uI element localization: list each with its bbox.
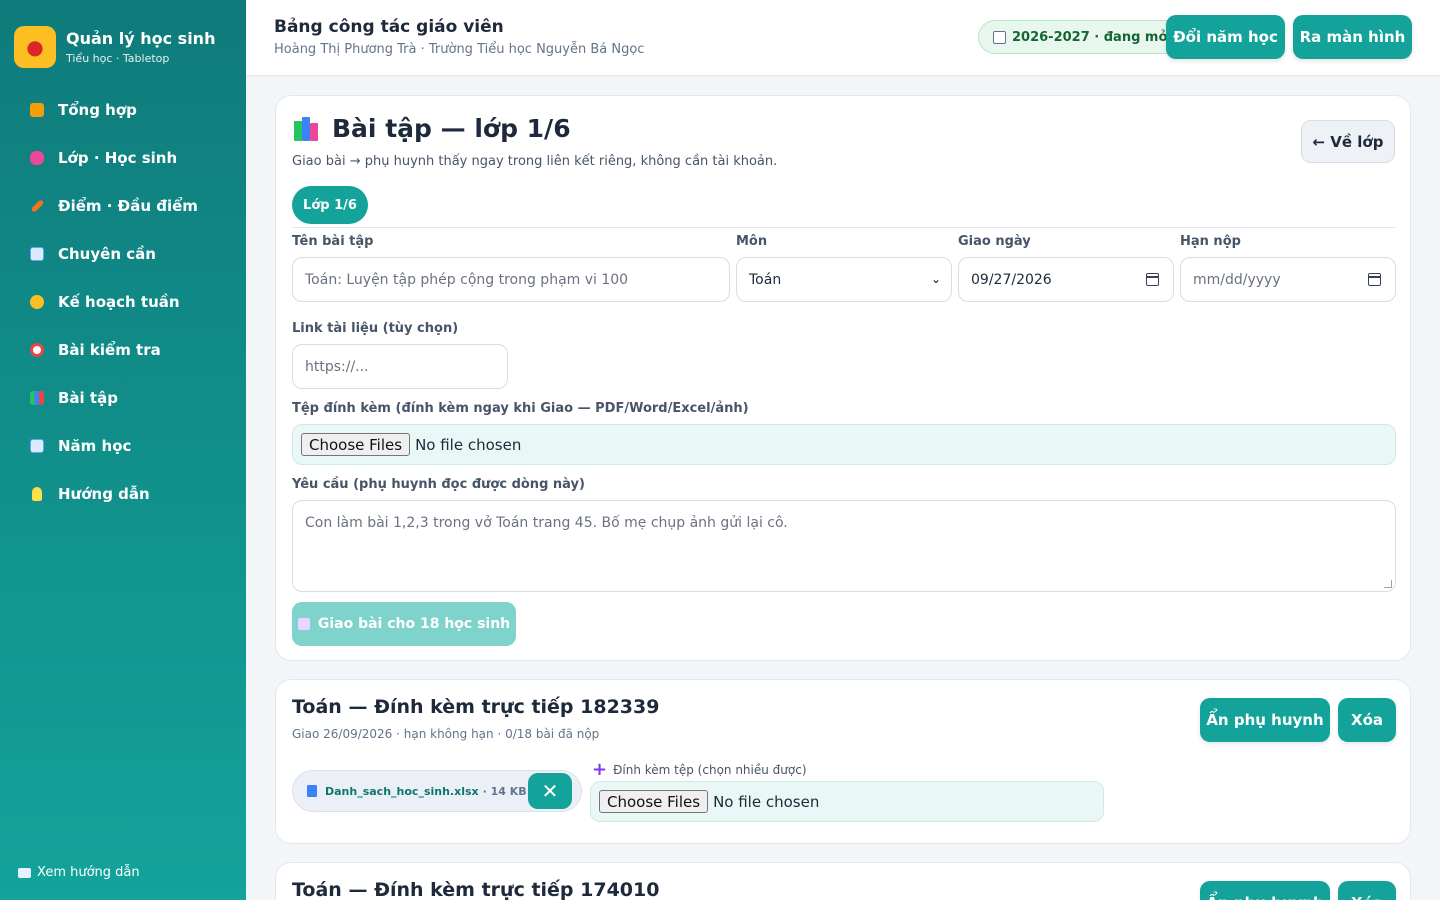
class-chip[interactable]: Lớp 1/6 (292, 186, 368, 224)
calendar-icon (993, 30, 1006, 44)
compass-icon (28, 293, 46, 311)
backpack-icon (28, 149, 46, 167)
remove-file-button[interactable]: ✕ (528, 773, 572, 809)
assign-homework-card: Bài tập — lớp 1/6 Giao bài → phụ huynh t… (275, 95, 1411, 661)
exit-screen-button[interactable]: Ra màn hình (1293, 15, 1412, 59)
homework-name-input[interactable]: Toán: Luyện tập phép cộng trong phạm vi … (292, 257, 730, 302)
calendar-icon[interactable] (1368, 273, 1381, 286)
homework-title: Toán — Đính kèm trực tiếp 182339 (292, 696, 660, 718)
target-icon (28, 341, 46, 359)
attach-more-label: + Đính kèm tệp (chọn nhiều được) (592, 759, 807, 780)
no-file-text: No file chosen (713, 792, 820, 811)
attachment-file-input[interactable]: Choose Files No file chosen (590, 781, 1104, 822)
assign-description: Giao bài → phụ huynh thấy ngay trong liê… (292, 154, 778, 169)
file-name: Danh_sach_hoc_sinh.xlsx (325, 784, 479, 798)
link-label: Link tài liệu (tùy chọn) (292, 321, 459, 336)
sidebar-item-label: Năm học (58, 437, 132, 455)
sidebar-item-huong-dan[interactable]: Hướng dẫn (0, 470, 246, 518)
calendar-icon (28, 245, 46, 263)
resize-handle-icon[interactable] (1384, 580, 1392, 588)
file-size: · 14 KB (482, 784, 527, 798)
sidebar-item-lop-hoc-sinh[interactable]: Lớp · Học sinh (0, 134, 246, 182)
top-header: Bảng công tác giáo viên Hoàng Thị Phương… (246, 0, 1440, 76)
school-year-label: 2026-2027 · đang mở (1012, 29, 1168, 45)
books-icon (28, 389, 46, 407)
lightbulb-icon (28, 485, 46, 503)
page-title: Bảng công tác giáo viên (274, 17, 504, 37)
book-icon (18, 867, 31, 878)
sidebar-item-label: Bài kiểm tra (58, 341, 161, 359)
sidebar-item-label: Lớp · Học sinh (58, 149, 178, 167)
house-icon (28, 101, 46, 119)
hide-from-parents-button[interactable]: Ẩn phụ huynh (1200, 698, 1330, 742)
sidebar-item-ke-hoach-tuan[interactable]: Kế hoạch tuần (0, 278, 246, 326)
assign-title: Bài tập — lớp 1/6 (294, 114, 571, 143)
sidebar-item-chuyen-can[interactable]: Chuyên cần (0, 230, 246, 278)
assign-title-text: Bài tập — lớp 1/6 (332, 114, 571, 143)
homework-item: Toán — Đính kèm trực tiếp 182339 Giao 26… (275, 679, 1411, 844)
sidebar-item-label: Tổng hợp (58, 101, 137, 119)
delete-button[interactable]: Xóa (1338, 698, 1396, 742)
sidebar-item-nam-hoc[interactable]: Năm học (0, 422, 246, 470)
sidebar: ● Quản lý học sinh Tiểu học · Tabletop T… (0, 0, 246, 900)
sidebar-item-label: Điểm · Đầu điểm (58, 197, 198, 215)
due-date-input[interactable]: mm/dd/yyyy (1180, 257, 1396, 302)
sidebar-item-bai-kiem-tra[interactable]: Bài kiểm tra (0, 326, 246, 374)
app-subtitle: Tiểu học · Tabletop (66, 52, 170, 65)
attach-more-text: Đính kèm tệp (chọn nhiều được) (613, 763, 807, 777)
assign-submit-label: Giao bài cho 18 học sinh (317, 616, 511, 632)
pin-logo-icon: ● (14, 26, 56, 68)
guide-link-label: Xem hướng dẫn (37, 865, 140, 880)
calendar-icon (28, 437, 46, 455)
gift-icon (297, 618, 310, 630)
sidebar-item-label: Bài tập (58, 389, 118, 407)
change-year-button[interactable]: Đổi năm học (1166, 15, 1285, 59)
school-year-badge: 2026-2027 · đang mở (978, 20, 1183, 54)
chevron-down-icon: ⌄ (930, 272, 941, 286)
back-to-class-button[interactable]: ← Về lớp (1301, 120, 1395, 163)
request-label: Yêu cầu (phụ huynh đọc được dòng này) (292, 477, 585, 492)
request-textarea[interactable]: Con làm bài 1,2,3 trong vở Toán trang 45… (292, 500, 1396, 592)
sidebar-item-label: Hướng dẫn (58, 485, 150, 503)
guide-link[interactable]: Xem hướng dẫn (18, 865, 140, 880)
assigned-date-label: Giao ngày (958, 234, 1031, 249)
subject-select[interactable]: Toán ⌄ (736, 257, 952, 302)
teacher-info: Hoàng Thị Phương Trà · Trường Tiểu học N… (274, 42, 645, 57)
brand: ● Quản lý học sinh Tiểu học · Tabletop (0, 0, 246, 72)
homework-meta: Giao 26/09/2026 · hạn không hạn · 0/18 b… (292, 727, 600, 741)
sidebar-item-label: Kế hoạch tuần (58, 293, 180, 311)
delete-button[interactable]: Xóa (1338, 881, 1396, 900)
choose-files-button[interactable]: Choose Files (599, 790, 709, 813)
sidebar-item-tong-hop[interactable]: Tổng hợp (0, 86, 246, 134)
homework-name-label: Tên bài tập (292, 234, 374, 249)
attachment-file-input[interactable]: Choose Files No file chosen (292, 424, 1396, 465)
no-file-text: No file chosen (415, 435, 522, 454)
attachment-label: Tệp đính kèm (đính kèm ngay khi Giao — P… (292, 401, 749, 416)
books-icon (294, 116, 320, 141)
subject-value: Toán (749, 271, 782, 288)
choose-files-button[interactable]: Choose Files (301, 433, 411, 456)
divider (292, 227, 1396, 228)
link-input[interactable]: https://... (292, 344, 508, 389)
plus-icon: + (592, 759, 608, 780)
assigned-date-input[interactable]: 09/27/2026 (958, 257, 1174, 302)
assign-submit-button[interactable]: Giao bài cho 18 học sinh (292, 602, 516, 646)
hide-from-parents-button[interactable]: Ẩn phụ huynh (1200, 881, 1330, 900)
subject-label: Môn (736, 234, 768, 249)
app-title: Quản lý học sinh (66, 29, 216, 48)
pencil-icon (28, 197, 46, 215)
assigned-date-value: 09/27/2026 (971, 271, 1052, 288)
calendar-icon[interactable] (1146, 273, 1159, 286)
due-date-label: Hạn nộp (1180, 234, 1241, 249)
sidebar-nav: Tổng hợp Lớp · Học sinh Điểm · Đầu điểm … (0, 86, 246, 518)
request-placeholder: Con làm bài 1,2,3 trong vở Toán trang 45… (305, 515, 788, 531)
close-icon: ✕ (541, 779, 559, 803)
sidebar-item-label: Chuyên cần (58, 245, 156, 263)
due-date-placeholder: mm/dd/yyyy (1193, 271, 1281, 288)
homework-item: Toán — Đính kèm trực tiếp 174010 Ẩn phụ … (275, 862, 1411, 900)
homework-title: Toán — Đính kèm trực tiếp 174010 (292, 879, 660, 900)
sidebar-item-diem[interactable]: Điểm · Đầu điểm (0, 182, 246, 230)
spreadsheet-icon (307, 785, 317, 797)
sidebar-item-bai-tap[interactable]: Bài tập (0, 374, 246, 422)
